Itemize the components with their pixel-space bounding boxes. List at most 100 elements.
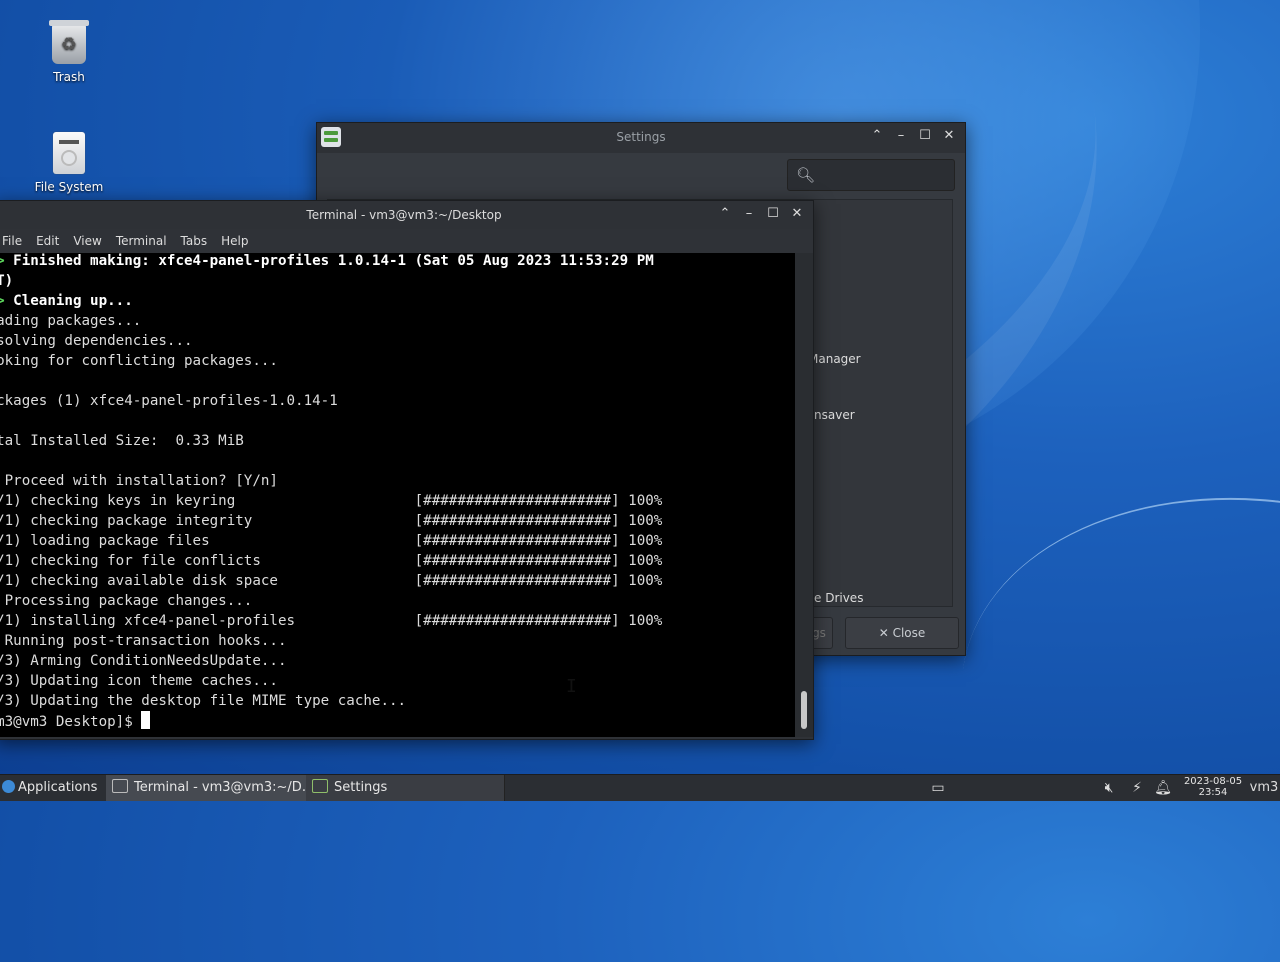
task-label: Settings: [334, 780, 388, 795]
terminal-line: (3/3) Updating the desktop file MIME typ…: [0, 691, 662, 711]
line-text: (1/1) loading package files [###########…: [0, 533, 663, 549]
line-text: (2/3) Updating icon theme caches...: [0, 673, 278, 689]
terminal-scrollbar[interactable]: [795, 253, 813, 737]
terminal-cursor: [141, 711, 151, 729]
search-icon: 🔍︎: [796, 166, 816, 184]
terminal-line: Packages (1) xfce4-panel-profiles-1.0.14…: [0, 391, 662, 411]
desktop-icon-file-system[interactable]: File System: [19, 132, 119, 194]
line-text: loading packages...: [0, 313, 142, 329]
maximize-button[interactable]: ☐: [917, 127, 933, 145]
window-title: Terminal - vm3@vm3:~/Desktop: [306, 208, 502, 222]
menu-help[interactable]: Help: [214, 229, 255, 253]
minimize-button[interactable]: –: [741, 205, 757, 223]
terminal-line: EDT): [0, 271, 662, 291]
settings-item-drives[interactable]: e Drives: [814, 591, 863, 605]
terminal-line: (1/1) checking package integrity [######…: [0, 511, 662, 531]
clock-date: 2023-08-05: [1183, 776, 1243, 787]
terminal-menubar: File Edit View Terminal Tabs Help: [0, 229, 813, 253]
taskbar-task-settings[interactable]: Settings: [306, 775, 505, 801]
shade-button[interactable]: ⌃: [717, 205, 733, 223]
clock[interactable]: 2023-08-05 23:54: [1180, 776, 1246, 798]
applications-label: Applications: [18, 780, 98, 795]
taskbar: Applications Terminal - vm3@vm3:~/D... S…: [0, 774, 1280, 801]
terminal-line: (1/1) loading package files [###########…: [0, 531, 662, 551]
terminal-line: looking for conflicting packages...: [0, 351, 662, 371]
user-label[interactable]: vm3: [1248, 775, 1280, 801]
line-text: :: Running post-transaction hooks...: [0, 633, 287, 649]
terminal-line: :: Proceed with installation? [Y/n]: [0, 471, 662, 491]
power-icon[interactable]: ⚡︎: [1126, 775, 1148, 801]
terminal-line: (1/1) installing xfce4-panel-profiles [#…: [0, 611, 662, 631]
line-text: Packages (1) xfce4-panel-profiles-1.0.14…: [0, 393, 338, 409]
line-text: EDT): [0, 273, 14, 289]
line-text: :: Proceed with installation? [Y/n]: [0, 473, 278, 489]
line-text: Total Installed Size: 0.33 MiB: [0, 433, 244, 449]
settings-icon: [312, 779, 328, 793]
terminal-line: Total Installed Size: 0.33 MiB: [0, 431, 662, 451]
line-text: (1/1) checking for file conflicts [#####…: [0, 553, 663, 569]
terminal-line: (1/1) checking available disk space [###…: [0, 571, 662, 591]
desktop-icon-label: Trash: [53, 70, 85, 84]
trash-icon: ♻: [49, 20, 89, 64]
task-label: Terminal - vm3@vm3:~/D...: [134, 780, 309, 795]
minimize-button[interactable]: –: [893, 127, 909, 145]
line-text: (1/1) installing xfce4-panel-profiles [#…: [0, 613, 663, 629]
desktop-icon-trash[interactable]: ♻ Trash: [19, 20, 119, 84]
terminal-line: ==> Finished making: xfce4-panel-profile…: [0, 253, 662, 271]
maximize-button[interactable]: ☐: [765, 205, 781, 223]
settings-item-screensaver[interactable]: nsaver: [814, 408, 855, 422]
applications-menu-button[interactable]: Applications: [2, 775, 102, 801]
terminal-line: :: Running post-transaction hooks...: [0, 631, 662, 651]
settings-search[interactable]: 🔍︎: [787, 159, 955, 191]
volume-muted-icon[interactable]: 🔇︎: [1098, 775, 1120, 801]
terminal-line: (1/1) checking keys in keyring [########…: [0, 491, 662, 511]
menu-tabs[interactable]: Tabs: [174, 229, 215, 253]
line-text: looking for conflicting packages...: [0, 353, 278, 369]
terminal-window: Terminal - vm3@vm3:~/Desktop ⌃ – ☐ ✕ Fil…: [0, 200, 814, 740]
taskbar-task-terminal[interactable]: Terminal - vm3@vm3:~/D...: [106, 775, 309, 801]
terminal-line: (1/3) Arming ConditionNeedsUpdate...: [0, 651, 662, 671]
menu-file[interactable]: File: [0, 229, 29, 253]
workspace-switcher[interactable]: ▭: [922, 775, 954, 801]
applications-icon: [2, 780, 15, 793]
shade-button[interactable]: ⌃: [869, 127, 885, 145]
line-text: resolving dependencies...: [0, 333, 193, 349]
menu-edit[interactable]: Edit: [29, 229, 66, 253]
scrollbar-thumb[interactable]: [801, 691, 807, 729]
terminal-line: (2/3) Updating icon theme caches...: [0, 671, 662, 691]
window-title: Settings: [616, 130, 666, 144]
notification-bell-icon[interactable]: 🔔︎: [1152, 775, 1174, 801]
menu-terminal[interactable]: Terminal: [109, 229, 174, 253]
menu-view[interactable]: View: [66, 229, 108, 253]
line-text: Cleaning up...: [13, 293, 133, 309]
arrow-prefix: ==>: [0, 253, 5, 269]
close-button[interactable]: ✕: [941, 127, 957, 145]
terminal-icon: [112, 779, 128, 793]
terminal-line: loading packages...: [0, 311, 662, 331]
settings-item-manager[interactable]: Manager: [808, 352, 861, 366]
terminal-line: ==> Cleaning up...: [0, 291, 662, 311]
line-text: (1/3) Arming ConditionNeedsUpdate...: [0, 653, 287, 669]
terminal-line: resolving dependencies...: [0, 331, 662, 351]
terminal-line: (1/1) checking for file conflicts [#####…: [0, 551, 662, 571]
close-settings-button[interactable]: ✕ Close: [845, 617, 959, 649]
terminal-lines: ==> Finished making: xfce4-panel-profile…: [0, 253, 662, 732]
clock-time: 23:54: [1198, 787, 1228, 798]
line-text: (3/3) Updating the desktop file MIME typ…: [0, 693, 407, 709]
line-text: (1/1) checking package integrity [######…: [0, 513, 663, 529]
settings-titlebar[interactable]: Settings ⌃ – ☐ ✕: [317, 123, 965, 153]
shell-prompt[interactable]: [vm3@vm3 Desktop]$: [0, 711, 662, 732]
terminal-titlebar[interactable]: Terminal - vm3@vm3:~/Desktop ⌃ – ☐ ✕: [0, 201, 813, 229]
close-button[interactable]: ✕: [789, 205, 805, 223]
prompt-text: [vm3@vm3 Desktop]$: [0, 714, 133, 730]
terminal-line: :: Processing package changes...: [0, 591, 662, 611]
terminal-output[interactable]: ==> Finished making: xfce4-panel-profile…: [0, 253, 795, 737]
desktop-icon-label: File System: [34, 180, 104, 194]
arrow-prefix: ==>: [0, 293, 5, 309]
line-text: (1/1) checking available disk space [###…: [0, 573, 663, 589]
line-text: Finished making: xfce4-panel-profiles 1.…: [13, 253, 654, 269]
line-text: :: Processing package changes...: [0, 593, 253, 609]
search-input[interactable]: [818, 164, 950, 186]
